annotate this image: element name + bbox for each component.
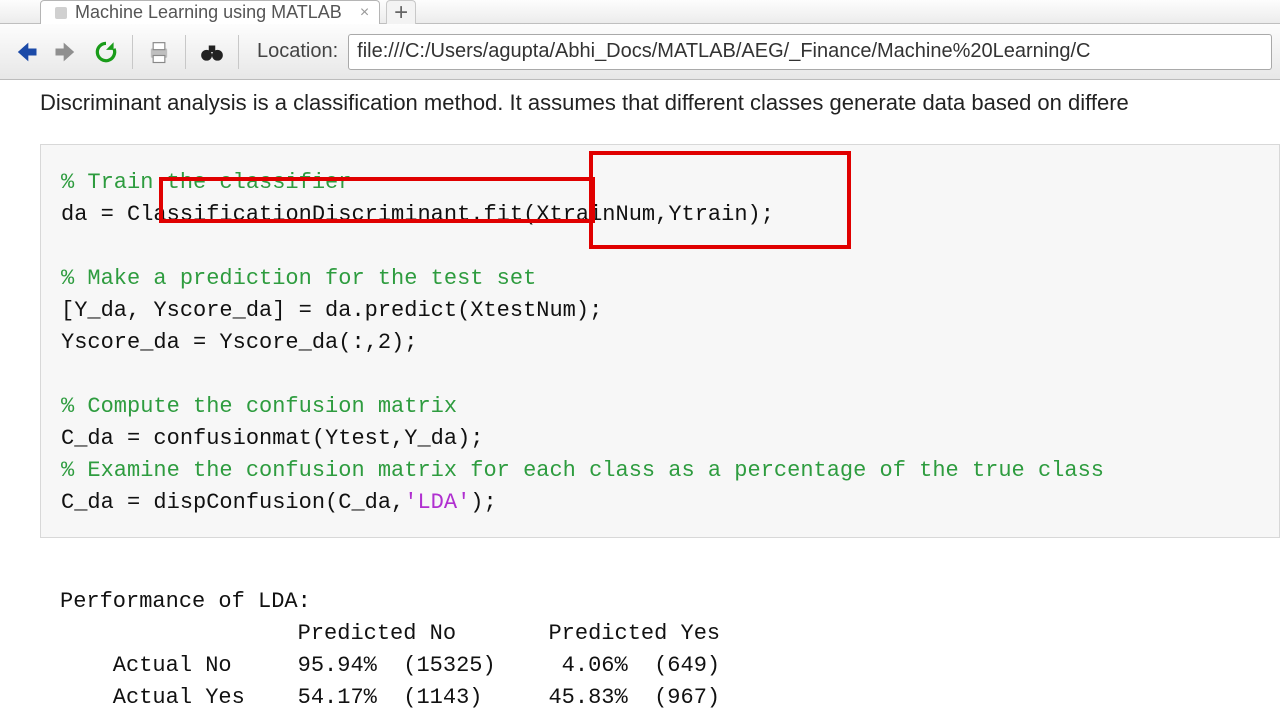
description-text: Discriminant analysis is a classificatio… [40,90,1280,116]
tab-bar: Machine Learning using MATLAB × + [0,0,1280,24]
new-tab-button[interactable]: + [386,0,416,24]
tab-active[interactable]: Machine Learning using MATLAB × [40,0,380,24]
reload-button[interactable] [88,34,124,70]
code-block: % Train the classifier da = Classificati… [40,144,1280,538]
page-content: Discriminant analysis is a classificatio… [0,80,1280,714]
arrow-left-icon [12,38,40,66]
location-input[interactable]: file:///C:/Users/agupta/Abhi_Docs/MATLAB… [348,34,1272,70]
back-button[interactable] [8,34,44,70]
reload-icon [93,39,119,65]
forward-button[interactable] [48,34,84,70]
toolbar-separator [132,35,133,69]
tab-close-icon[interactable]: × [360,4,369,22]
print-icon [145,38,173,66]
toolbar-separator [238,35,239,69]
output-block: Performance of LDA: Predicted No Predict… [60,586,1280,714]
tab-title: Machine Learning using MATLAB [75,2,342,23]
print-button[interactable] [141,34,177,70]
location-value: file:///C:/Users/agupta/Abhi_Docs/MATLAB… [357,40,1090,63]
binoculars-icon [199,39,225,65]
find-button[interactable] [194,34,230,70]
location-label: Location: [257,40,338,63]
arrow-right-icon [52,38,80,66]
toolbar-separator [185,35,186,69]
tab-favicon [55,7,67,19]
browser-toolbar: Location: file:///C:/Users/agupta/Abhi_D… [0,24,1280,80]
code-text: % Train the classifier da = Classificati… [61,167,1259,519]
